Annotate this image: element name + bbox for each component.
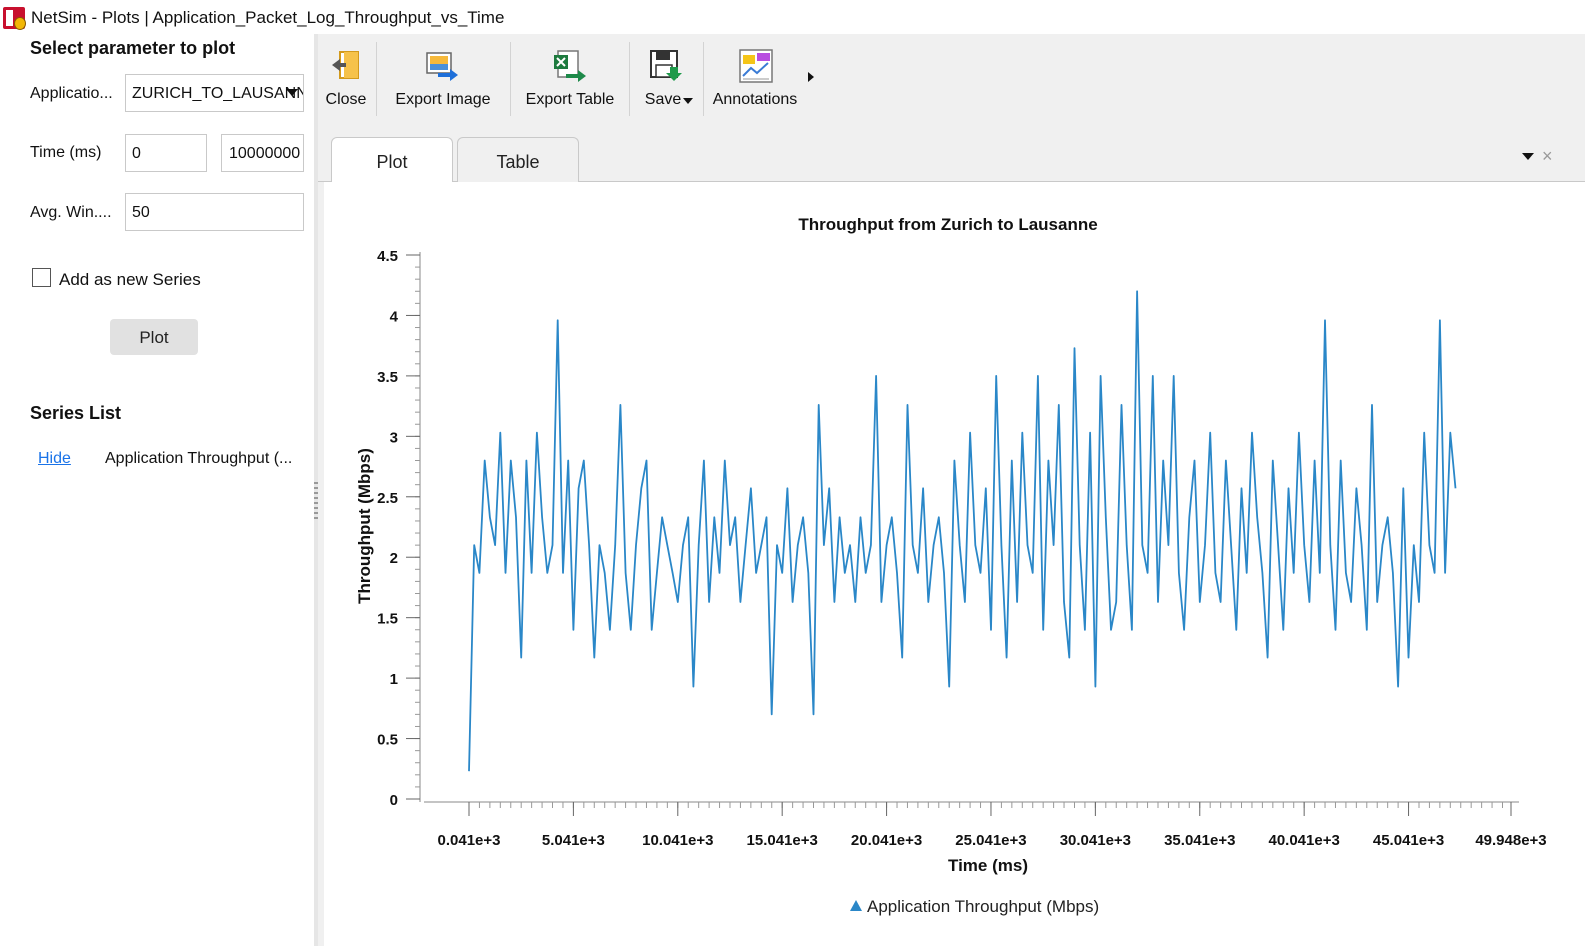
parameter-panel: Select parameter to plot Applicatio... Z… (0, 34, 314, 946)
x-tick-label: 0.041e+3 (438, 832, 501, 849)
avg-window-input[interactable]: 50 (125, 193, 304, 231)
plot-button[interactable]: Plot (110, 319, 198, 355)
y-tick-label: 2.5 (377, 490, 398, 507)
plot-area: Throughput from Zurich to Lausanne Throu… (318, 182, 1585, 946)
toolbar-separator (376, 42, 377, 116)
time-label: Time (ms) (30, 144, 102, 161)
application-select[interactable]: ZURICH_TO_LAUSANNE (125, 74, 304, 112)
y-tick-label: 1.5 (377, 611, 398, 628)
x-tick-label: 35.041e+3 (1164, 832, 1235, 849)
x-tick-label: 25.041e+3 (955, 832, 1026, 849)
add-as-new-series-checkbox[interactable] (32, 268, 51, 287)
x-tick-label: 45.041e+3 (1373, 832, 1444, 849)
close-tab-icon[interactable]: × (1542, 146, 1553, 167)
x-axis-title: Time (ms) (948, 856, 1028, 875)
tab-list-dropdown-icon[interactable] (1522, 153, 1534, 160)
avg-window-label: Avg. Win.... (30, 204, 112, 221)
time-start-input[interactable]: 0 (125, 134, 207, 172)
close-doc-icon (332, 51, 359, 79)
export-excel-icon (554, 50, 586, 82)
export-image-button[interactable]: Export Image (388, 34, 498, 122)
x-tick-label: 40.041e+3 (1268, 832, 1339, 849)
netsim-app-icon (3, 7, 26, 30)
chart-legend: Application Throughput (Mbps) (850, 897, 1099, 916)
throughput-chart: Throughput from Zurich to Lausanne Throu… (355, 215, 1547, 916)
save-button[interactable]: Save (634, 34, 698, 122)
y-tick-label: 0.5 (377, 732, 398, 749)
toolbar-separator (703, 42, 704, 116)
x-tick-label: 30.041e+3 (1060, 832, 1131, 849)
chart-title: Throughput from Zurich to Lausanne (798, 215, 1097, 234)
export-table-label: Export Table (525, 91, 615, 108)
hide-series-link[interactable]: Hide (38, 450, 71, 468)
window-title: NetSim - Plots | Application_Packet_Log_… (31, 8, 505, 27)
toolbar-overflow-icon[interactable] (808, 72, 814, 82)
panel-heading: Select parameter to plot (30, 38, 236, 58)
y-tick-label: 1 (390, 671, 398, 688)
x-tick-label: 10.041e+3 (642, 832, 713, 849)
export-image-label: Export Image (395, 91, 491, 108)
time-end-input[interactable]: 10000000 (221, 134, 304, 172)
close-button[interactable]: Close (320, 34, 372, 122)
y-tick-label: 0 (390, 792, 398, 809)
series-name: Application Throughput (... (105, 450, 293, 467)
series-list-heading: Series List (30, 403, 122, 423)
export-table-button[interactable]: Export Table (518, 34, 622, 122)
x-tick-label: 5.041e+3 (542, 832, 605, 849)
y-tick-label: 4.5 (377, 248, 398, 265)
legend-label: Application Throughput (Mbps) (867, 897, 1099, 916)
y-tick-label: 2 (390, 550, 398, 567)
annotations-button[interactable]: Annotations (708, 34, 802, 122)
x-tick-label: 20.041e+3 (851, 832, 922, 849)
x-tick-label: 15.041e+3 (747, 832, 818, 849)
x-tick-label: 49.948e+3 (1475, 832, 1546, 849)
close-label: Close (325, 91, 367, 108)
tab-plot[interactable]: Plot (331, 137, 453, 184)
export-image-icon (426, 52, 458, 81)
toolbar-separator (510, 42, 511, 116)
add-as-new-series-label: Add as new Series (59, 270, 201, 289)
tab-table[interactable]: Table (457, 137, 579, 183)
series-layer (468, 290, 1457, 772)
y-axis-title: Throughput (Mbps) (355, 448, 374, 604)
title-bar: NetSim - Plots | Application_Packet_Log_… (0, 0, 1585, 34)
series-line (468, 290, 1457, 772)
toolbar: Close Export Image Export Table Save Ann… (318, 34, 1585, 122)
application-label: Applicatio... (30, 85, 113, 102)
tab-strip: Plot Table × (318, 122, 1585, 184)
legend-marker (850, 900, 862, 911)
save-dropdown-icon[interactable] (683, 98, 693, 104)
annotations-label: Annotations (712, 91, 798, 108)
annotations-icon (739, 49, 773, 83)
y-tick-label: 3.5 (377, 369, 398, 386)
y-tick-label: 4 (390, 308, 399, 325)
y-tick-label: 3 (390, 429, 398, 446)
application-select-value: ZURICH_TO_LAUSANNE (132, 85, 304, 102)
dropdown-arrow-icon (286, 89, 298, 96)
save-floppy-icon (650, 50, 682, 81)
